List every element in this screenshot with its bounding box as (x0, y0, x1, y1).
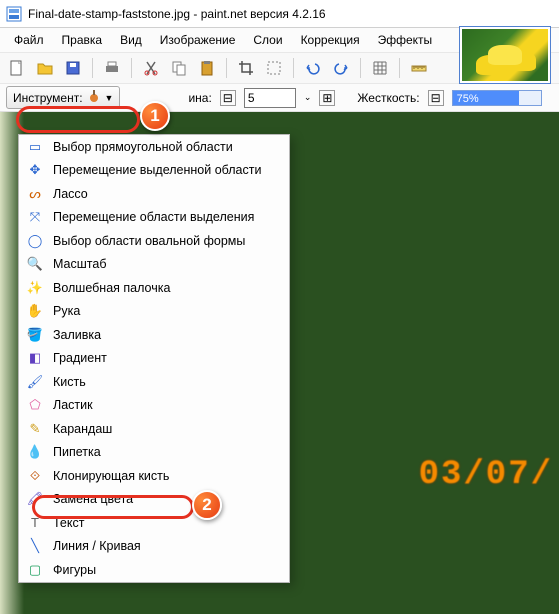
tool-item-hand[interactable]: ✋ Рука (19, 300, 289, 324)
app-icon (6, 6, 22, 22)
crop-button[interactable] (235, 57, 257, 79)
tool-item-clone-stamp[interactable]: ⟐ Клонирующая кисть (19, 464, 289, 488)
eraser-icon: ⬠ (27, 397, 43, 413)
lasso-icon: ᔕ (27, 186, 43, 202)
redo-button[interactable] (330, 57, 352, 79)
tool-item-label: Пипетка (53, 445, 101, 459)
tool-label: Инструмент: (13, 91, 83, 105)
grid-button[interactable] (369, 57, 391, 79)
move-pixels-icon: ⤧ (27, 209, 43, 225)
zoom-icon: 🔍 (27, 256, 43, 272)
pencil-icon: ✎ (27, 421, 43, 437)
tool-item-label: Волшебная палочка (53, 281, 170, 295)
tool-item-shapes[interactable]: ▢ Фигуры (19, 558, 289, 582)
annotation-ring-2 (32, 495, 194, 519)
menu-file[interactable]: Файл (6, 31, 52, 49)
tool-item-label: Градиент (53, 351, 107, 365)
chevron-down-icon[interactable]: ⌄ (304, 92, 312, 103)
tool-item-label: Перемещение выделенной области (53, 163, 261, 177)
annotation-badge-2: 2 (192, 490, 222, 520)
tool-item-label: Перемещение области выделения (53, 210, 254, 224)
tool-item-eraser[interactable]: ⬠ Ластик (19, 394, 289, 418)
open-button[interactable] (34, 57, 56, 79)
tool-item-zoom[interactable]: 🔍 Масштаб (19, 253, 289, 277)
tool-item-label: Клонирующая кисть (53, 469, 169, 483)
titlebar: Final-date-stamp-faststone.jpg - paint.n… (0, 0, 559, 28)
hardness-value: 75% (457, 91, 479, 107)
separator (92, 58, 93, 78)
tool-item-label: Фигуры (53, 563, 96, 577)
tool-item-move-selection[interactable]: ✥ Перемещение выделенной области (19, 159, 289, 183)
tool-item-label: Рука (53, 304, 80, 318)
tool-item-gradient[interactable]: ◧ Градиент (19, 347, 289, 371)
tool-item-label: Линия / Кривая (53, 539, 141, 553)
shapes-icon: ▢ (27, 562, 43, 578)
line-icon: ╲ (27, 538, 43, 554)
deselect-button[interactable] (263, 57, 285, 79)
clone-stamp-icon: ⟐ (27, 468, 43, 484)
tool-item-magic-wand[interactable]: ✨ Волшебная палочка (19, 276, 289, 300)
tool-item-label: Выбор области овальной формы (53, 234, 245, 248)
tool-item-label: Лассо (53, 187, 88, 201)
gradient-icon: ◧ (27, 350, 43, 366)
separator (293, 58, 294, 78)
tool-item-label: Ластик (53, 398, 93, 412)
tool-item-fill[interactable]: 🪣 Заливка (19, 323, 289, 347)
tool-item-brush[interactable]: 🖌 Кисть (19, 370, 289, 394)
hardness-decrease-button[interactable]: ⊟ (428, 90, 444, 106)
new-button[interactable] (6, 57, 28, 79)
tool-item-pencil[interactable]: ✎ Карандаш (19, 417, 289, 441)
annotation-ring-1 (16, 106, 140, 133)
thumbnail-image (462, 29, 548, 81)
tool-item-lasso[interactable]: ᔕ Лассо (19, 182, 289, 206)
ruler-button[interactable] (408, 57, 430, 79)
eyedropper-icon: 💧 (27, 444, 43, 460)
separator (360, 58, 361, 78)
ellipse-select-icon: ◯ (27, 233, 43, 249)
document-thumbnail[interactable] (459, 26, 551, 84)
tool-item-eyedropper[interactable]: 💧 Пипетка (19, 441, 289, 465)
hand-icon: ✋ (27, 303, 43, 319)
fill-icon: 🪣 (27, 327, 43, 343)
print-button[interactable] (101, 57, 123, 79)
date-stamp-text: 03/07/ (419, 456, 553, 494)
tool-item-label: Заливка (53, 328, 101, 342)
hardness-slider[interactable]: 75% (452, 90, 542, 106)
paste-button[interactable] (196, 57, 218, 79)
annotation-badge-1: 1 (140, 101, 170, 131)
separator (226, 58, 227, 78)
width-partial-label: ина: (188, 91, 211, 105)
clone-stamp-icon (87, 89, 101, 106)
menu-adjust[interactable]: Коррекция (293, 31, 368, 49)
tool-item-label: Выбор прямоугольной области (53, 140, 233, 154)
separator (131, 58, 132, 78)
save-button[interactable] (62, 57, 84, 79)
cut-button[interactable] (140, 57, 162, 79)
menu-layers[interactable]: Слои (245, 31, 290, 49)
width-decrease-button[interactable]: ⊟ (220, 90, 236, 106)
tool-item-label: Масштаб (53, 257, 106, 271)
menu-effects[interactable]: Эффекты (370, 31, 441, 49)
menu-view[interactable]: Вид (112, 31, 150, 49)
menu-image[interactable]: Изображение (152, 31, 244, 49)
tool-item-rect-select[interactable]: ▭ Выбор прямоугольной области (19, 135, 289, 159)
rect-select-icon: ▭ (27, 139, 43, 155)
width-input[interactable] (244, 88, 296, 108)
width-increase-button[interactable]: ⊞ (319, 90, 335, 106)
separator (399, 58, 400, 78)
window-title: Final-date-stamp-faststone.jpg - paint.n… (28, 7, 326, 21)
undo-button[interactable] (302, 57, 324, 79)
menu-edit[interactable]: Правка (54, 31, 111, 49)
tool-item-move-pixels[interactable]: ⤧ Перемещение области выделения (19, 206, 289, 230)
tool-item-line[interactable]: ╲ Линия / Кривая (19, 535, 289, 559)
tool-item-label: Кисть (53, 375, 86, 389)
tool-item-ellipse-select[interactable]: ◯ Выбор области овальной формы (19, 229, 289, 253)
tool-item-label: Карандаш (53, 422, 112, 436)
hardness-label: Жесткость: (357, 91, 419, 105)
copy-button[interactable] (168, 57, 190, 79)
chevron-down-icon: ▼ (105, 93, 114, 103)
move-selection-icon: ✥ (27, 162, 43, 178)
magic-wand-icon: ✨ (27, 280, 43, 296)
brush-icon: 🖌 (27, 374, 43, 390)
